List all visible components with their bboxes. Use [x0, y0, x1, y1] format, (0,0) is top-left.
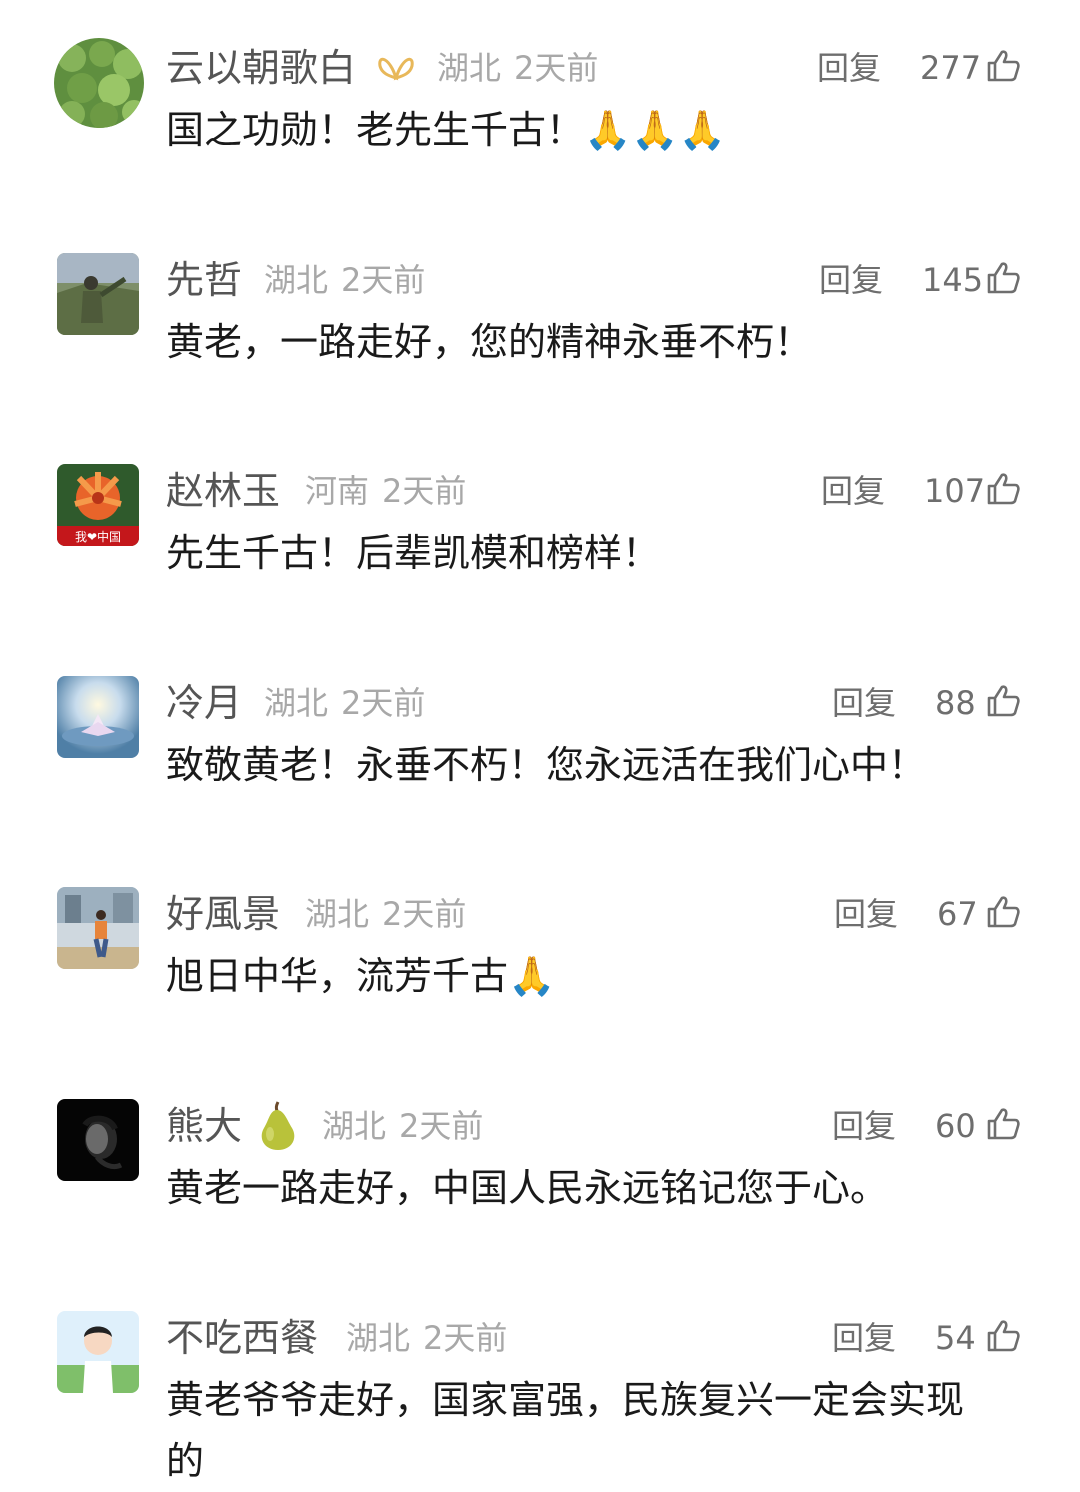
reply-button[interactable]: 回复: [817, 50, 881, 86]
pear-icon: [252, 1100, 302, 1152]
thumbs-up-icon[interactable]: [985, 260, 1021, 296]
comment-item: 我❤中国 赵林玉 河南 2天前 回复 107 先生千古！后辈凯模和榜样！: [0, 423, 1080, 635]
comment-location: 湖北: [322, 1107, 387, 1145]
comment-time: 2天前: [341, 684, 426, 722]
username[interactable]: 先哲: [166, 260, 242, 300]
avatar[interactable]: [54, 38, 144, 128]
avatar[interactable]: [57, 887, 139, 969]
username[interactable]: 赵林玉: [166, 471, 280, 511]
avatar[interactable]: [57, 676, 139, 758]
reply-button[interactable]: 回复: [819, 262, 883, 298]
avatar-caption: 我❤中国: [75, 529, 121, 544]
comment-location: 湖北: [437, 49, 502, 87]
comment-text: 黄老爷爷走好，国家富强，民族复兴一定会实现的: [166, 1378, 965, 1483]
like-count: 88: [935, 684, 976, 722]
reply-button[interactable]: 回复: [832, 685, 896, 721]
comment-location: 河南: [305, 472, 370, 510]
thumbs-up-icon[interactable]: [985, 1318, 1021, 1354]
comment-text: 致敬黄老！永垂不朽！您永远活在我们心中！: [166, 743, 927, 787]
like-count: 60: [935, 1107, 976, 1145]
like-count: 107: [924, 472, 986, 510]
reply-button[interactable]: 回复: [834, 896, 898, 932]
avatar[interactable]: [57, 1311, 139, 1393]
username[interactable]: 不吃西餐: [166, 1318, 318, 1358]
comment-item: 熊大 湖北 2天前 回复 60 黄老一路走好，中国人民永远铭记您于心。: [0, 1058, 1080, 1270]
like-count: 277: [920, 49, 982, 87]
comment-time: 2天前: [382, 895, 467, 933]
comment-location: 湖北: [264, 684, 329, 722]
comment-location: 湖北: [346, 1319, 411, 1357]
username[interactable]: 云以朝歌白: [166, 48, 356, 88]
avatar[interactable]: [57, 253, 139, 335]
username[interactable]: 冷月: [166, 683, 242, 723]
comment-location: 湖北: [305, 895, 370, 933]
comment-text: 黄老，一路走好，您的精神永垂不朽！: [166, 320, 813, 364]
thumbs-up-icon[interactable]: [985, 471, 1021, 507]
reply-button[interactable]: 回复: [832, 1320, 896, 1356]
reply-button[interactable]: 回复: [821, 473, 885, 509]
comment-item: 好風景 湖北 2天前 回复 67 旭日中华，流芳千古🙏: [0, 846, 1080, 1058]
comment-time: 2天前: [382, 472, 467, 510]
avatar[interactable]: [57, 1099, 139, 1181]
comment-time: 2天前: [423, 1319, 508, 1357]
like-count: 145: [922, 261, 984, 299]
comment-text: 国之功勋！老先生千古！🙏🙏🙏: [166, 108, 726, 152]
comment-location: 湖北: [264, 261, 329, 299]
thumbs-up-icon[interactable]: [985, 683, 1021, 719]
thumbs-up-icon[interactable]: [985, 48, 1021, 84]
username[interactable]: 熊大: [166, 1106, 242, 1146]
comment-item: 不吃西餐 湖北 2天前 回复 54 黄老爷爷走好，国家富强，民族复兴一定会实现的: [0, 1270, 1080, 1483]
comment-text: 黄老一路走好，中国人民永远铭记您于心。: [166, 1166, 889, 1210]
username[interactable]: 好風景: [166, 894, 280, 934]
comment-text: 旭日中华，流芳千古🙏: [166, 954, 556, 998]
comment-text: 先生千古！后辈凯模和榜样！: [166, 531, 661, 575]
butterfly-badge-icon: [376, 48, 416, 88]
reply-button[interactable]: 回复: [832, 1108, 896, 1144]
comment-time: 2天前: [341, 261, 426, 299]
like-count: 67: [937, 895, 978, 933]
thumbs-up-icon[interactable]: [985, 894, 1021, 930]
comment-time: 2天前: [399, 1107, 484, 1145]
thumbs-up-icon[interactable]: [985, 1106, 1021, 1142]
comment-item: 先哲 湖北 2天前 回复 145 黄老，一路走好，您的精神永垂不朽！: [0, 212, 1080, 424]
comment-item: 冷月 湖北 2天前 回复 88 致敬黄老！永垂不朽！您永远活在我们心中！: [0, 635, 1080, 847]
comment-item: 云以朝歌白 湖北 2天前 回复 277 国之功勋！老先生千古！🙏🙏🙏: [0, 0, 1080, 212]
like-count: 54: [935, 1319, 976, 1357]
avatar[interactable]: 我❤中国: [57, 464, 139, 546]
comment-time: 2天前: [514, 49, 599, 87]
